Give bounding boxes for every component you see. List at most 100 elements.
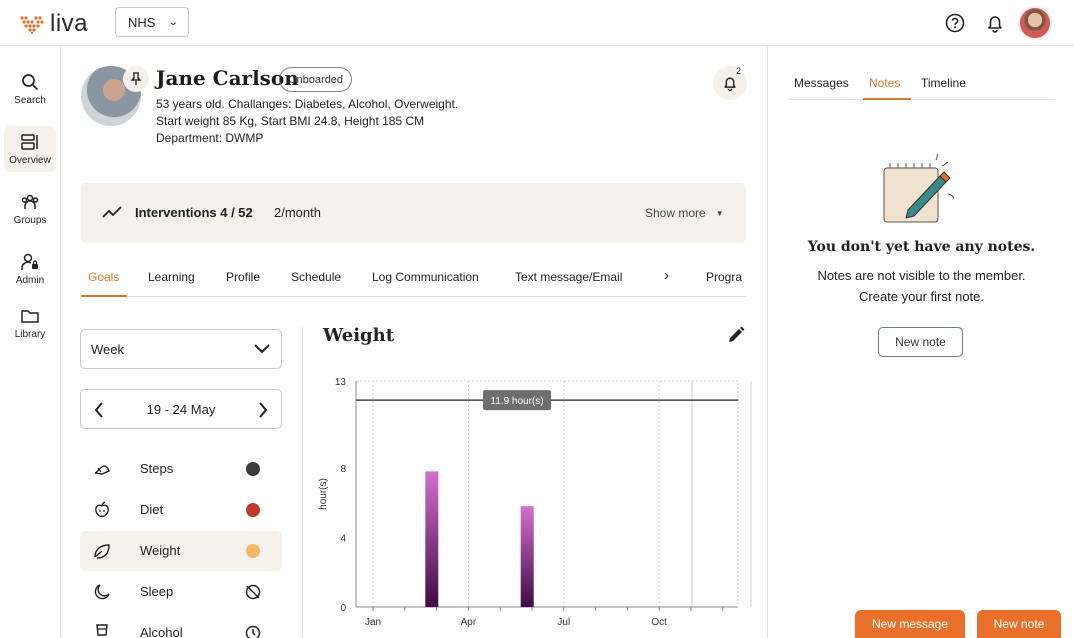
- empty-state-text: Notes are not visible to the member.: [817, 268, 1026, 283]
- goal-label: Diet: [140, 502, 164, 517]
- tab-text-message-email[interactable]: Text message/Email: [515, 270, 622, 284]
- organization-select[interactable]: NHS ⌄: [115, 7, 189, 37]
- chart-y-tick-label: 13: [335, 377, 347, 388]
- help-icon[interactable]: [944, 12, 966, 34]
- nav-item-overview[interactable]: Overview: [4, 126, 56, 172]
- chart-reference-label: 11.9 hour(s): [490, 396, 543, 407]
- tabs-scroll-right-icon[interactable]: ›: [664, 267, 669, 284]
- overview-icon: [21, 134, 38, 150]
- goal-status-dot: [246, 544, 260, 558]
- new-note-button[interactable]: New note: [878, 327, 963, 357]
- admin-icon: [21, 253, 38, 270]
- tabs-divider: [788, 99, 1055, 100]
- chart-plot-frame: [355, 380, 739, 608]
- tab-notes[interactable]: Notes: [869, 76, 900, 90]
- member-notifications-button[interactable]: [713, 66, 747, 100]
- groups-icon: [21, 194, 39, 209]
- leaf-icon: [94, 544, 110, 559]
- moon-icon: [94, 584, 110, 600]
- goal-item-diet[interactable]: Diet: [80, 490, 282, 530]
- chart-y-tick-label: 8: [340, 464, 346, 475]
- bell-icon: [724, 77, 736, 92]
- pin-button[interactable]: [123, 66, 149, 92]
- nav-label: Groups: [13, 215, 47, 226]
- liva-logo[interactable]: liva: [20, 10, 88, 38]
- chart-x-tick-label: Apr: [461, 617, 477, 628]
- new-message-button[interactable]: New message: [855, 610, 965, 638]
- tab-schedule[interactable]: Schedule: [291, 270, 341, 284]
- chevron-down-icon: ⌄: [168, 16, 180, 28]
- member-info-line: 53 years old. Challanges: Diabetes, Alco…: [156, 97, 459, 111]
- goal-label: Sleep: [140, 584, 174, 599]
- goal-item-weight[interactable]: Weight: [80, 531, 282, 571]
- pin-icon: [130, 72, 142, 85]
- member-info-line: Start weight 85 Kg, Start BMI 24.8, Heig…: [156, 114, 425, 128]
- caret-down-icon: ▼: [715, 208, 724, 218]
- right-panel: Messages Notes Timeline You don't yet ha…: [767, 46, 1074, 638]
- weight-chart: 0 4 8 13 Jan Apr Jul Oct hour(s) 11.9 hour(s): [318, 377, 752, 628]
- nav-item-library[interactable]: Library: [4, 300, 56, 346]
- trend-icon: [102, 206, 122, 218]
- chart-x-tick-label: Jan: [365, 617, 381, 628]
- notepad-illustration-icon: [883, 154, 955, 223]
- goal-label: Weight: [140, 543, 181, 558]
- tab-profile[interactable]: Profile: [226, 270, 260, 284]
- edit-icon[interactable]: [726, 325, 746, 345]
- tab-learning[interactable]: Learning: [148, 270, 195, 284]
- chart-x-tick-label: Oct: [651, 617, 667, 628]
- logo-mark-icon: [20, 16, 44, 34]
- goal-item-steps[interactable]: Steps: [80, 449, 282, 489]
- period-select[interactable]: Week: [80, 329, 282, 369]
- chart-x-tick-label: Jul: [557, 617, 570, 628]
- member-name: Jane Carlson: [156, 66, 299, 90]
- goal-label: Alcohol: [140, 625, 183, 638]
- member-info-line: Department: DWMP: [156, 131, 264, 145]
- tab-timeline[interactable]: Timeline: [921, 76, 966, 90]
- date-range-picker: 19 - 24 May: [80, 389, 282, 429]
- nav-item-admin[interactable]: Admin: [4, 246, 56, 292]
- left-navigation: Search Overview Groups Admin Library: [0, 46, 61, 638]
- nav-item-groups[interactable]: Groups: [4, 186, 56, 232]
- nav-label: Overview: [9, 155, 51, 166]
- chevron-right-icon[interactable]: [257, 401, 269, 419]
- interventions-rate: 2/month: [274, 205, 321, 220]
- interventions-panel: Interventions 4 / 52 2/month Show more ▼: [81, 183, 746, 243]
- main-content: Jane Carlson Onboarded 53 years old. Cha…: [62, 46, 766, 638]
- nav-label: Library: [14, 329, 46, 340]
- goal-status-dot: [246, 503, 260, 517]
- show-more-button[interactable]: Show more ▼: [645, 206, 724, 220]
- date-range-label: 19 - 24 May: [146, 402, 216, 417]
- goal-status-dot: [246, 462, 260, 476]
- interventions-title: Interventions 4 / 52: [135, 205, 253, 220]
- chart-bar: [425, 471, 439, 607]
- show-more-label: Show more: [645, 206, 706, 220]
- member-tabs: Goals Learning Profile Schedule Log Comm…: [81, 256, 746, 297]
- steps-icon: [94, 465, 110, 475]
- clock-icon: [245, 625, 261, 638]
- blocked-icon: [245, 584, 261, 600]
- goal-item-sleep[interactable]: Sleep: [80, 572, 282, 612]
- notifications-icon[interactable]: [984, 12, 1006, 34]
- tab-goals[interactable]: Goals: [88, 270, 119, 284]
- chart-y-tick-label: 0: [340, 603, 346, 614]
- chevron-down-icon: [254, 344, 270, 354]
- tab-messages[interactable]: Messages: [794, 76, 849, 90]
- apple-icon: [95, 501, 109, 517]
- logo-text: liva: [50, 10, 89, 37]
- status-badge: Onboarded: [279, 67, 353, 92]
- tab-log-communication[interactable]: Log Communication: [372, 270, 479, 284]
- goal-label: Steps: [140, 461, 174, 476]
- nav-label: Search: [14, 95, 46, 106]
- tab-programs[interactable]: Progra: [706, 270, 742, 284]
- empty-state-title: You don't yet have any notes.: [807, 239, 1036, 255]
- notification-count: 2: [736, 66, 742, 76]
- new-note-floating-button[interactable]: New note: [977, 610, 1061, 638]
- top-bar: liva NHS ⌄: [0, 0, 1074, 46]
- nav-item-search[interactable]: Search: [4, 66, 56, 112]
- search-icon: [22, 74, 39, 91]
- user-avatar[interactable]: [1018, 6, 1052, 40]
- chart-y-axis-label: hour(s): [318, 478, 329, 510]
- period-value: Week: [91, 341, 124, 357]
- goal-item-alcohol[interactable]: Alcohol: [80, 613, 282, 638]
- chart-bar: [520, 506, 534, 607]
